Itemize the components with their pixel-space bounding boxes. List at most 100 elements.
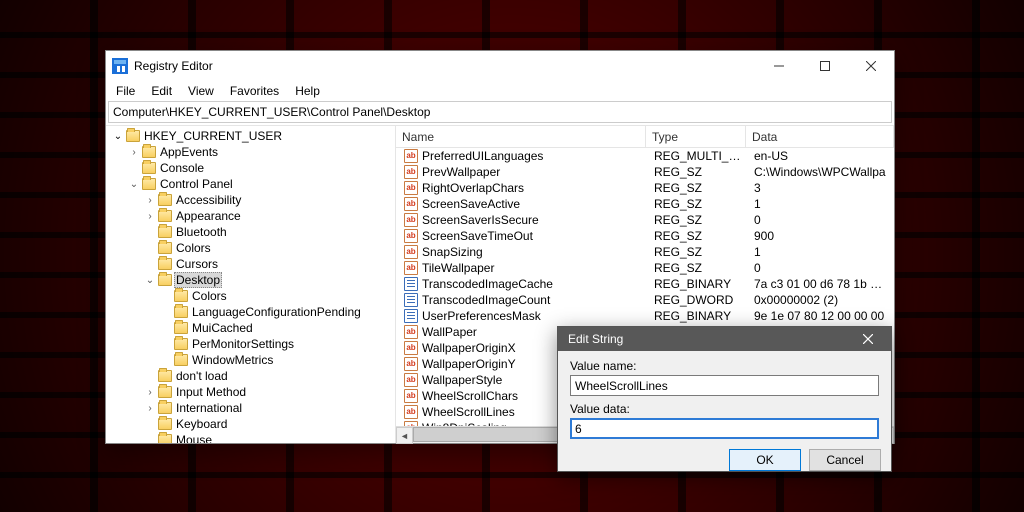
tree-node[interactable]: PerMonitorSettings <box>158 336 395 352</box>
tree-label: LanguageConfigurationPending <box>190 305 363 319</box>
value-row[interactable]: RightOverlapCharsREG_SZ3 <box>396 180 894 196</box>
string-value-icon <box>404 325 418 339</box>
value-name: WallPaper <box>422 325 477 339</box>
cancel-button[interactable]: Cancel <box>809 449 881 471</box>
value-row[interactable]: UserPreferencesMaskREG_BINARY9e 1e 07 80… <box>396 308 894 324</box>
folder-icon <box>174 338 188 350</box>
tree-node[interactable]: ⌄ Control Panel <box>126 176 395 192</box>
close-button[interactable] <box>848 51 894 81</box>
tree-node[interactable]: LanguageConfigurationPending <box>158 304 395 320</box>
tree-node[interactable]: Mouse <box>142 432 395 443</box>
key-tree[interactable]: ⌄ HKEY_CURRENT_USER›AppEventsConsole ⌄ Cont… <box>106 126 396 443</box>
col-name[interactable]: Name <box>396 126 646 147</box>
value-row[interactable]: PreferredUILanguagesREG_MULTI_SZen-US <box>396 148 894 164</box>
menu-edit[interactable]: Edit <box>143 82 180 100</box>
dialog-close-button[interactable] <box>849 327 887 351</box>
tree-node[interactable]: don't load <box>142 368 395 384</box>
expand-icon[interactable]: ⌄ <box>144 274 156 286</box>
tree-node[interactable]: ›Input Method <box>142 384 395 400</box>
col-type[interactable]: Type <box>646 126 746 147</box>
value-name: WheelScrollChars <box>422 389 518 403</box>
expand-icon[interactable]: › <box>144 210 156 222</box>
menu-favorites[interactable]: Favorites <box>222 82 287 100</box>
expand-icon[interactable] <box>160 322 172 334</box>
expand-icon[interactable]: › <box>144 402 156 414</box>
dialog-titlebar[interactable]: Edit String <box>558 327 891 351</box>
tree-node[interactable]: Console <box>126 160 395 176</box>
expand-icon[interactable]: › <box>144 386 156 398</box>
folder-icon <box>158 386 172 398</box>
value-row[interactable]: TranscodedImageCountREG_DWORD0x00000002 … <box>396 292 894 308</box>
value-row[interactable]: SnapSizingREG_SZ1 <box>396 244 894 260</box>
value-data: 0 <box>748 213 894 227</box>
expand-icon[interactable]: ⌄ <box>128 178 140 190</box>
value-name-input[interactable] <box>570 375 879 396</box>
col-data[interactable]: Data <box>746 126 894 147</box>
tree-node[interactable]: Colors <box>142 240 395 256</box>
tree-label: Control Panel <box>158 177 235 191</box>
value-data: 3 <box>748 181 894 195</box>
menu-file[interactable]: File <box>108 82 143 100</box>
tree-node[interactable]: ⌄ HKEY_CURRENT_USER <box>110 128 395 144</box>
value-name: Win8DpiScaling <box>422 421 507 426</box>
expand-icon[interactable]: › <box>144 194 156 206</box>
minimize-button[interactable] <box>756 51 802 81</box>
tree-node[interactable]: ›Accessibility <box>142 192 395 208</box>
expand-icon[interactable] <box>144 258 156 270</box>
folder-icon <box>158 370 172 382</box>
menu-help[interactable]: Help <box>287 82 328 100</box>
expand-icon[interactable] <box>144 226 156 238</box>
folder-icon <box>158 194 172 206</box>
value-row[interactable]: ScreenSaveActiveREG_SZ1 <box>396 196 894 212</box>
expand-icon[interactable]: › <box>128 146 140 158</box>
titlebar[interactable]: Registry Editor <box>106 51 894 81</box>
value-name: WallpaperOriginX <box>422 341 516 355</box>
expand-icon[interactable] <box>160 338 172 350</box>
tree-label: Mouse <box>174 433 214 443</box>
expand-icon[interactable] <box>160 290 172 302</box>
ok-button[interactable]: OK <box>729 449 801 471</box>
value-row[interactable]: PrevWallpaperREG_SZC:\Windows\WPCWallpa <box>396 164 894 180</box>
tree-label: HKEY_CURRENT_USER <box>142 129 284 143</box>
tree-node[interactable]: ⌄Desktop <box>142 272 395 288</box>
tree-node[interactable]: ›AppEvents <box>126 144 395 160</box>
tree-label: Colors <box>174 241 213 255</box>
maximize-button[interactable] <box>802 51 848 81</box>
expand-icon[interactable] <box>128 162 140 174</box>
value-data: 1 <box>748 197 894 211</box>
menu-view[interactable]: View <box>180 82 222 100</box>
list-header: Name Type Data <box>396 126 894 148</box>
tree-node[interactable]: Keyboard <box>142 416 395 432</box>
tree-label: Cursors <box>174 257 220 271</box>
scroll-left-button[interactable]: ◄ <box>396 427 413 444</box>
tree-node[interactable]: ›Appearance <box>142 208 395 224</box>
tree-node[interactable]: WindowMetrics <box>158 352 395 368</box>
value-row[interactable]: TranscodedImageCacheREG_BINARY7a c3 01 0… <box>396 276 894 292</box>
value-name: PrevWallpaper <box>422 165 500 179</box>
folder-icon <box>158 242 172 254</box>
value-type: REG_SZ <box>648 213 748 227</box>
tree-node[interactable]: MuiCached <box>158 320 395 336</box>
expand-icon[interactable]: ⌄ <box>112 130 124 142</box>
string-value-icon <box>404 197 418 211</box>
folder-icon <box>158 402 172 414</box>
expand-icon[interactable] <box>144 434 156 443</box>
value-data-input[interactable] <box>570 418 879 439</box>
value-row[interactable]: ScreenSaverIsSecure REG_SZ0 <box>396 212 894 228</box>
expand-icon[interactable] <box>144 370 156 382</box>
value-row[interactable]: ScreenSaveTimeOutREG_SZ900 <box>396 228 894 244</box>
tree-node[interactable]: Colors <box>158 288 395 304</box>
address-bar[interactable]: Computer\HKEY_CURRENT_USER\Control Panel… <box>108 101 892 123</box>
expand-icon[interactable] <box>160 306 172 318</box>
binary-value-icon <box>404 309 418 323</box>
tree-node[interactable]: Cursors <box>142 256 395 272</box>
value-row[interactable]: TileWallpaperREG_SZ0 <box>396 260 894 276</box>
tree-node[interactable]: Bluetooth <box>142 224 395 240</box>
regedit-icon <box>112 58 128 74</box>
expand-icon[interactable] <box>160 354 172 366</box>
tree-node[interactable]: ›International <box>142 400 395 416</box>
tree-label: Keyboard <box>174 417 229 431</box>
expand-icon[interactable] <box>144 242 156 254</box>
expand-icon[interactable] <box>144 418 156 430</box>
value-name: ScreenSaverIsSecure <box>422 213 539 227</box>
